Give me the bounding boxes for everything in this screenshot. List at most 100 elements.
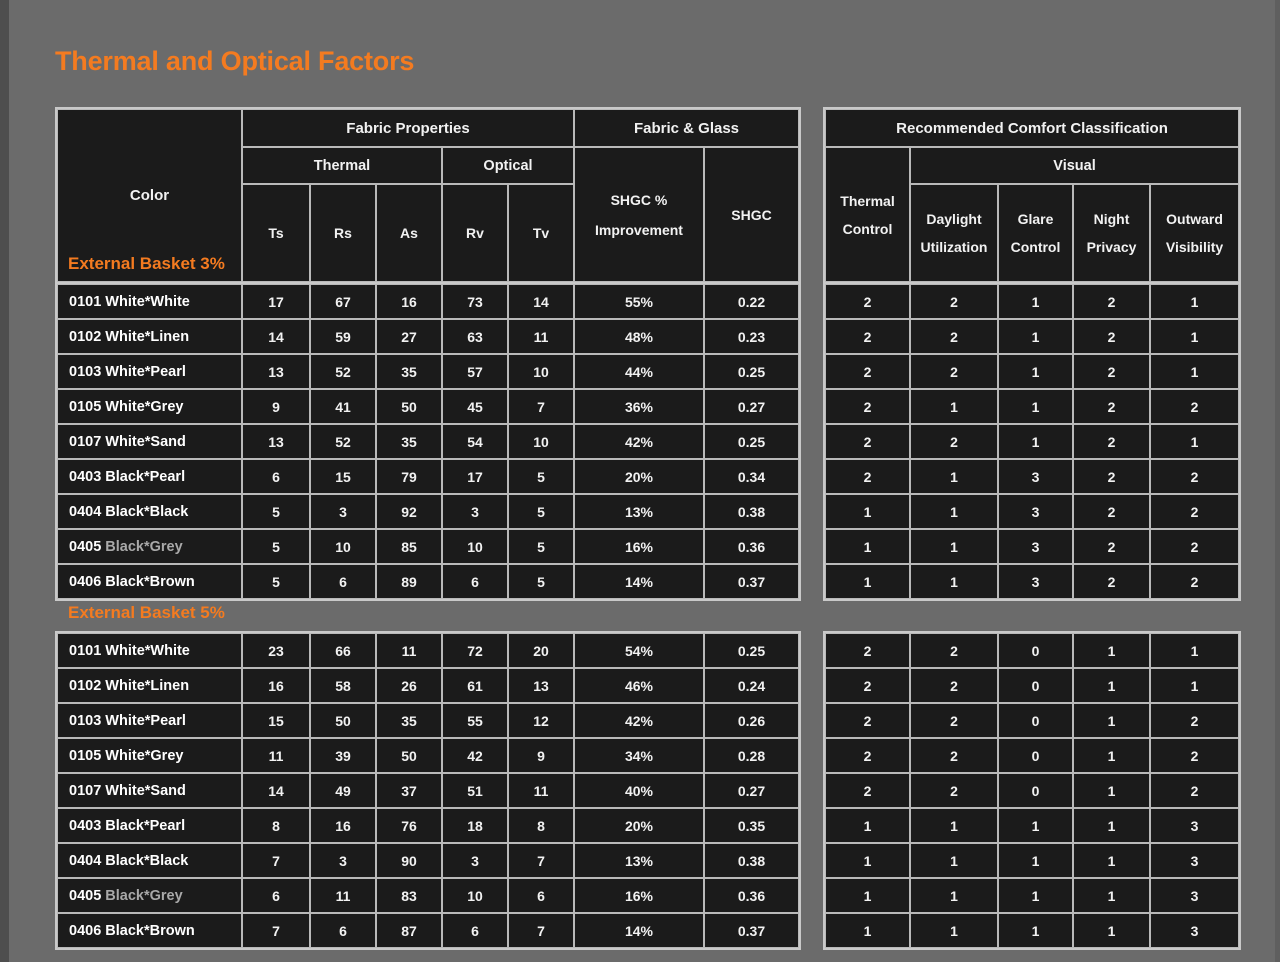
cell-tv: 8 bbox=[508, 808, 574, 843]
cell-color: 0101 White*White bbox=[57, 284, 242, 319]
cell-night-privacy: 2 bbox=[1073, 494, 1150, 529]
cell-color: 0406 Black*Brown bbox=[57, 913, 242, 948]
cell-daylight-utilization: 1 bbox=[910, 459, 998, 494]
cell-glare-control: 3 bbox=[998, 459, 1073, 494]
cell-shgc: 0.35 bbox=[704, 808, 799, 843]
cell-ts: 7 bbox=[242, 913, 310, 948]
header-visual: Visual bbox=[910, 147, 1240, 184]
cell-shgc: 0.28 bbox=[704, 738, 799, 773]
color-code: 0404 bbox=[69, 852, 102, 869]
cell-thermal-control: 1 bbox=[825, 529, 910, 564]
header-outward-visibility: Outward Visibility bbox=[1150, 184, 1240, 282]
header-night-line2: Privacy bbox=[1086, 239, 1137, 255]
color-name: White*White bbox=[101, 642, 190, 659]
table-row: 0405 Black*Grey 5 10 85 10 5 16% 0.36 bbox=[57, 529, 799, 564]
cell-ts: 6 bbox=[242, 878, 310, 913]
cell-glare-control: 0 bbox=[998, 703, 1073, 738]
cell-shgc-improvement: 13% bbox=[574, 843, 704, 878]
color-name: White*Linen bbox=[101, 328, 190, 345]
cell-night-privacy: 1 bbox=[1073, 878, 1150, 913]
cell-shgc: 0.24 bbox=[704, 668, 799, 703]
color-code: 0107 bbox=[69, 782, 102, 799]
cell-as: 89 bbox=[376, 564, 442, 599]
fabric-properties-body-table-3pct: 0101 White*White 17 67 16 73 14 55% 0.22 0102 Wh… bbox=[55, 282, 801, 601]
left-edge-strip bbox=[0, 0, 9, 962]
color-code: 0102 bbox=[69, 677, 102, 694]
cell-ts: 13 bbox=[242, 424, 310, 459]
cell-outward-visibility: 2 bbox=[1150, 494, 1239, 529]
cell-glare-control: 1 bbox=[998, 284, 1073, 319]
color-name: White*Pearl bbox=[101, 363, 186, 380]
page-title: Thermal and Optical Factors bbox=[55, 46, 415, 76]
cell-rs: 3 bbox=[310, 494, 376, 529]
table-row: 22012 bbox=[825, 703, 1239, 738]
cell-glare-control: 0 bbox=[998, 668, 1073, 703]
color-code: 0103 bbox=[69, 363, 102, 380]
cell-ts: 23 bbox=[242, 633, 310, 668]
cell-rs: 50 bbox=[310, 703, 376, 738]
color-code: 0102 bbox=[69, 328, 102, 345]
header-daylight-line2: Utilization bbox=[920, 239, 988, 255]
cell-outward-visibility: 2 bbox=[1150, 738, 1239, 773]
cell-night-privacy: 1 bbox=[1073, 913, 1150, 948]
header-outward-line2: Visibility bbox=[1165, 239, 1224, 255]
table-row: 11113 bbox=[825, 878, 1239, 913]
header-shgc-improvement-line2: Improvement bbox=[595, 221, 683, 238]
cell-night-privacy: 1 bbox=[1073, 668, 1150, 703]
cell-daylight-utilization: 1 bbox=[910, 878, 998, 913]
cell-rv: 18 bbox=[442, 808, 508, 843]
cell-ts: 14 bbox=[242, 773, 310, 808]
header-night-privacy: Night Privacy bbox=[1073, 184, 1150, 282]
cell-ts: 5 bbox=[242, 494, 310, 529]
cell-night-privacy: 2 bbox=[1073, 389, 1150, 424]
color-name: Black*Brown bbox=[101, 573, 195, 590]
cell-rv: 73 bbox=[442, 284, 508, 319]
table-row: 21322 bbox=[825, 459, 1239, 494]
cell-tv: 10 bbox=[508, 424, 574, 459]
cell-color: 0405 Black*Grey bbox=[57, 878, 242, 913]
header-night-line1: Night bbox=[1093, 211, 1130, 227]
color-code: 0101 bbox=[69, 293, 102, 310]
cell-thermal-control: 1 bbox=[825, 878, 910, 913]
cell-outward-visibility: 1 bbox=[1150, 284, 1239, 319]
cell-rv: 72 bbox=[442, 633, 508, 668]
cell-rs: 6 bbox=[310, 564, 376, 599]
header-daylight-line1: Daylight bbox=[926, 211, 982, 227]
header-rs: Rs bbox=[310, 184, 376, 282]
cell-as: 35 bbox=[376, 354, 442, 389]
header-glare-line1: Glare bbox=[1017, 211, 1054, 227]
cell-tv: 5 bbox=[508, 494, 574, 529]
cell-shgc-improvement: 48% bbox=[574, 319, 704, 354]
table-row: 22121 bbox=[825, 319, 1239, 354]
color-code: 0103 bbox=[69, 712, 102, 729]
color-name: Black*Pearl bbox=[101, 468, 186, 485]
table-row: 11322 bbox=[825, 564, 1239, 599]
header-tv: Tv bbox=[508, 184, 574, 282]
section-label-external-basket-3: External Basket 3% bbox=[68, 254, 225, 273]
cell-night-privacy: 1 bbox=[1073, 738, 1150, 773]
color-name: White*White bbox=[101, 293, 190, 310]
cell-shgc-improvement: 16% bbox=[574, 529, 704, 564]
cell-daylight-utilization: 1 bbox=[910, 529, 998, 564]
section-label-external-basket-5: External Basket 5% bbox=[68, 603, 225, 622]
cell-night-privacy: 2 bbox=[1073, 459, 1150, 494]
table-body: 2201122011220122201222012111131111311113… bbox=[825, 633, 1239, 948]
cell-night-privacy: 1 bbox=[1073, 703, 1150, 738]
header-ts: Ts bbox=[242, 184, 310, 282]
cell-glare-control: 1 bbox=[998, 808, 1073, 843]
cell-tv: 6 bbox=[508, 878, 574, 913]
cell-shgc: 0.36 bbox=[704, 878, 799, 913]
cell-daylight-utilization: 2 bbox=[910, 319, 998, 354]
cell-night-privacy: 2 bbox=[1073, 424, 1150, 459]
cell-thermal-control: 2 bbox=[825, 354, 910, 389]
cell-daylight-utilization: 1 bbox=[910, 808, 998, 843]
cell-thermal-control: 1 bbox=[825, 564, 910, 599]
color-code: 0105 bbox=[69, 747, 102, 764]
cell-thermal-control: 2 bbox=[825, 319, 910, 354]
cell-rv: 57 bbox=[442, 354, 508, 389]
cell-glare-control: 3 bbox=[998, 494, 1073, 529]
cell-thermal-control: 2 bbox=[825, 284, 910, 319]
cell-rv: 17 bbox=[442, 459, 508, 494]
cell-daylight-utilization: 1 bbox=[910, 843, 998, 878]
cell-shgc-improvement: 42% bbox=[574, 424, 704, 459]
